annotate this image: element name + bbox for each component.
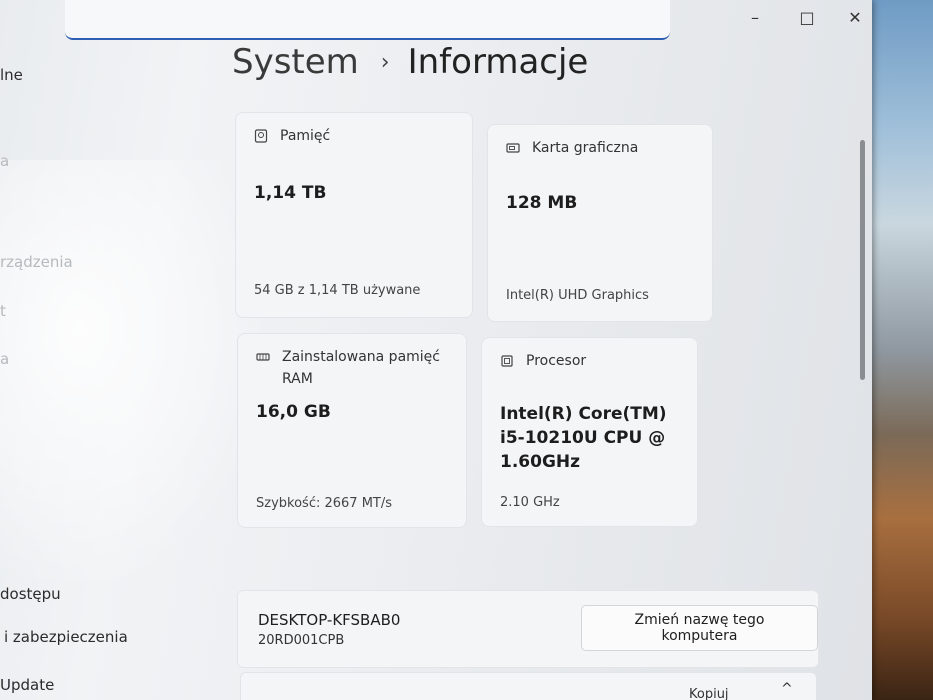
ram-label-line1: Zainstalowana pamięć bbox=[282, 349, 440, 365]
scrollbar[interactable] bbox=[860, 140, 865, 380]
sidebar-item-1[interactable]: a bbox=[0, 152, 9, 170]
cpu-value: Intel(R) Core(TM) i5-10210U CPU @ 1.60GH… bbox=[500, 402, 667, 474]
device-model: 20RD001CPB bbox=[258, 633, 345, 648]
sidebar-item-4[interactable]: a bbox=[0, 350, 9, 368]
cpu-card[interactable]: Procesor Intel(R) Core(TM) i5-10210U CPU… bbox=[481, 337, 698, 527]
sidebar-item-0[interactable]: lne bbox=[0, 66, 23, 84]
device-specs-panel[interactable]: Kopiuj ^ bbox=[240, 672, 817, 700]
ram-card[interactable]: Zainstalowana pamięć RAM 16,0 GB Szybkoś… bbox=[237, 333, 467, 528]
minimize-button[interactable]: – bbox=[740, 8, 770, 27]
storage-card[interactable]: Pamięć 1,14 TB 54 GB z 1,14 TB używane bbox=[235, 112, 473, 318]
breadcrumb-system[interactable]: System bbox=[232, 42, 359, 82]
cpu-value-line3: 1.60GHz bbox=[500, 452, 581, 472]
close-button[interactable]: ✕ bbox=[840, 8, 870, 27]
storage-label: Pamięć bbox=[280, 128, 331, 144]
storage-icon bbox=[254, 129, 268, 143]
sidebar-item-3[interactable]: t bbox=[0, 302, 6, 320]
settings-window: – □ ✕ lne a rządzenia t a dostępu i zabe… bbox=[0, 0, 872, 700]
device-name: DESKTOP-KFSBAB0 bbox=[258, 611, 401, 629]
cpu-value-line2: i5-10210U CPU @ bbox=[500, 428, 666, 448]
breadcrumb: System › Informacje bbox=[232, 42, 588, 82]
sidebar-item-windows-update[interactable]: Update bbox=[0, 676, 54, 694]
cpu-clock: 2.10 GHz bbox=[500, 495, 560, 510]
device-name-panel: DESKTOP-KFSBAB0 20RD001CPB Zmień nazwę t… bbox=[237, 590, 819, 668]
display-adapter-icon bbox=[506, 143, 520, 153]
sidebar-item-accessibility[interactable]: dostępu bbox=[0, 585, 61, 603]
chevron-up-icon[interactable]: ^ bbox=[781, 681, 793, 697]
storage-value: 1,14 TB bbox=[254, 183, 327, 203]
maximize-button[interactable]: □ bbox=[792, 8, 822, 27]
rename-pc-button[interactable]: Zmień nazwę tego komputera bbox=[581, 605, 818, 651]
ram-label: Zainstalowana pamięć RAM bbox=[282, 346, 440, 390]
sidebar-item-privacy-security[interactable]: i zabezpieczenia bbox=[4, 628, 128, 646]
ram-value: 16,0 GB bbox=[256, 402, 331, 422]
search-bar[interactable] bbox=[65, 0, 670, 40]
page-title: Informacje bbox=[407, 42, 589, 82]
screen-glare bbox=[0, 160, 260, 580]
processor-icon bbox=[501, 355, 513, 367]
cpu-value-line1: Intel(R) Core(TM) bbox=[500, 404, 667, 424]
ram-icon bbox=[256, 353, 270, 361]
gpu-name: Intel(R) UHD Graphics bbox=[506, 288, 649, 303]
gpu-label: Karta graficzna bbox=[532, 140, 639, 156]
cpu-label: Procesor bbox=[526, 353, 587, 369]
gpu-value: 128 MB bbox=[506, 193, 578, 213]
gpu-card[interactable]: Karta graficzna 128 MB Intel(R) UHD Grap… bbox=[487, 124, 713, 322]
storage-usage: 54 GB z 1,14 TB używane bbox=[254, 283, 421, 298]
ram-label-line2: RAM bbox=[282, 371, 313, 387]
copy-button[interactable]: Kopiuj bbox=[689, 687, 729, 700]
ram-speed: Szybkość: 2667 MT/s bbox=[256, 496, 392, 511]
sidebar-item-2[interactable]: rządzenia bbox=[0, 253, 73, 271]
chevron-right-icon: › bbox=[380, 49, 390, 75]
